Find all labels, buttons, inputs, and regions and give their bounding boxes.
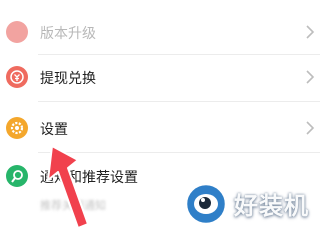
chevron-right-icon xyxy=(306,25,315,39)
watermark-text: 好装机 xyxy=(234,192,309,220)
gear-icon xyxy=(6,117,28,139)
menu-item-version-upgrade[interactable]: 版本升级 xyxy=(0,5,320,55)
menu-item-withdraw-exchange[interactable]: 提现兑换 xyxy=(0,52,320,102)
upgrade-icon xyxy=(6,21,28,43)
chevron-right-icon xyxy=(306,121,315,135)
watermark: 好装机 xyxy=(180,180,320,230)
chevron-right-icon xyxy=(306,70,315,84)
withdraw-icon xyxy=(6,66,28,88)
menu-item-label: 版本升级 xyxy=(40,26,96,42)
eye-logo-icon xyxy=(184,182,228,226)
pointer-arrow-icon xyxy=(47,145,89,229)
divider xyxy=(38,101,320,102)
menu-item-label: 设置 xyxy=(40,122,68,138)
menu-item-label: 提现兑换 xyxy=(40,71,96,87)
notification-icon xyxy=(6,165,28,187)
